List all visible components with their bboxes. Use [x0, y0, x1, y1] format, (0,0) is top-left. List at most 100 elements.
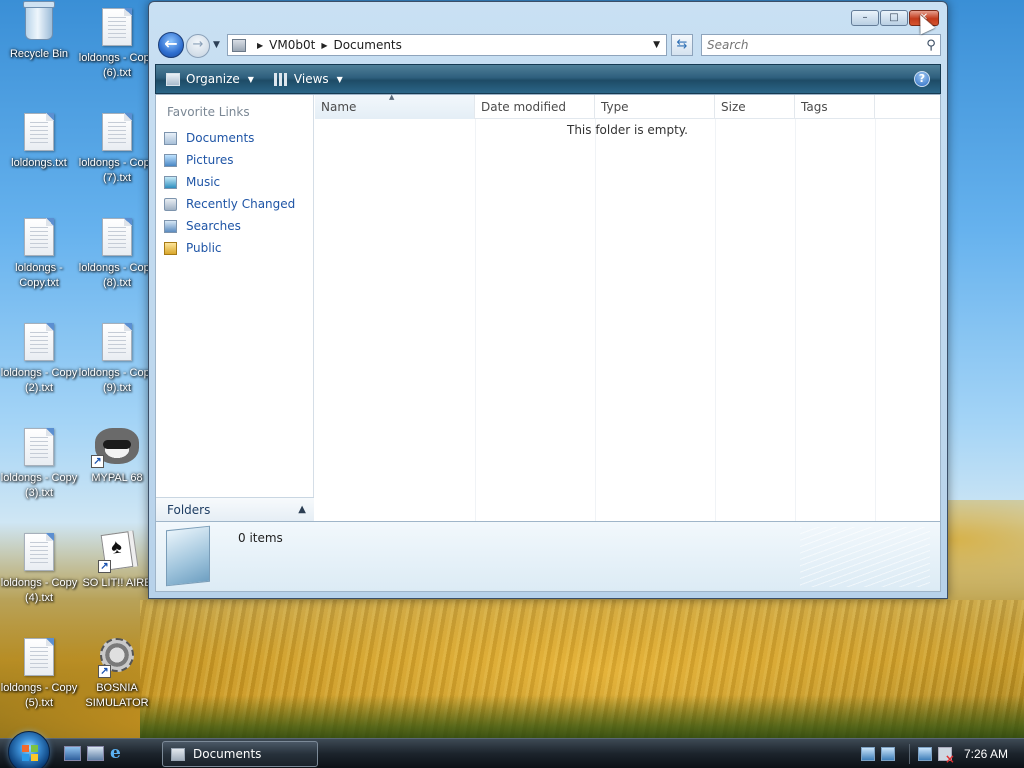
- back-button[interactable]: ←: [158, 32, 184, 58]
- desktop-icon-label: BOSNIA SIMULATOR: [85, 682, 149, 709]
- views-icon: [273, 72, 288, 86]
- desktop-icon-label: loldongs - Copy (5).txt: [0, 682, 78, 709]
- nav-item-label: Recently Changed: [186, 197, 296, 211]
- nav-item-pictures[interactable]: Pictures: [164, 149, 295, 171]
- text-file-icon: [22, 113, 56, 153]
- column-header-name[interactable]: ▲ Name: [315, 93, 475, 119]
- help-button[interactable]: ?: [914, 71, 930, 87]
- column-header-type[interactable]: Type: [595, 95, 715, 119]
- playing-card-icon: ↗: [98, 531, 134, 573]
- column-guide: [795, 119, 796, 521]
- empty-folder-message: This folder is empty.: [567, 123, 688, 137]
- desktop-icon-text-file[interactable]: loldongs - Copy (8).txt: [78, 218, 156, 291]
- desktop-icon-text-file[interactable]: loldongs - Copy (7).txt: [78, 113, 156, 186]
- nav-item-label: Searches: [186, 219, 241, 233]
- chevron-up-icon: ▲: [298, 504, 306, 515]
- desktop-icon-text-file[interactable]: loldongs - Copy (3).txt: [0, 428, 78, 501]
- volume-muted-icon[interactable]: [937, 747, 955, 766]
- folders-toggle[interactable]: Folders ▲: [156, 497, 314, 521]
- decorative-swoosh: [800, 527, 930, 587]
- recycle-bin-icon: [22, 1, 56, 44]
- search-box[interactable]: ⚲: [701, 34, 941, 56]
- search-input[interactable]: [702, 38, 922, 52]
- switch-windows-icon[interactable]: [87, 746, 104, 761]
- network-connection-icon[interactable]: [917, 747, 932, 761]
- desktop-icon-label: loldongs - Copy (3).txt: [0, 472, 78, 499]
- chevron-down-icon: ▼: [247, 74, 254, 84]
- address-bar[interactable]: ▶ VM0b0t ▶ Documents ▼: [227, 34, 667, 56]
- text-file-icon: [22, 533, 56, 573]
- desktop-icon-mypal[interactable]: ↗ MYPAL 68: [78, 428, 156, 486]
- explorer-window[interactable]: – □ ✕ ← → ▼ ▶ VM0b0t ▶ Documents ▼ ⇆ ⚲ O…: [148, 1, 948, 599]
- music-icon: [164, 175, 177, 189]
- desktop-icon-text-file[interactable]: loldongs - Copy.txt: [0, 218, 78, 291]
- clock[interactable]: 7:26 AM: [964, 747, 1008, 761]
- nav-item-public[interactable]: Public: [164, 237, 295, 259]
- folder-icon: [166, 525, 210, 587]
- network-icon[interactable]: [860, 747, 875, 761]
- desktop-icon-label: loldongs - Copy (2).txt: [0, 367, 78, 394]
- shortcut-arrow-icon: ↗: [91, 455, 104, 468]
- item-count: 0 items: [238, 531, 283, 545]
- taskbar-button-documents[interactable]: Documents: [162, 741, 318, 767]
- nav-item-searches[interactable]: Searches: [164, 215, 295, 237]
- desktop-icon-solitaire[interactable]: ↗ SO LIT!! AIRE: [78, 531, 156, 591]
- system-tray: 7:26 AM: [860, 739, 1024, 768]
- desktop-icon-text-file[interactable]: loldongs - Copy (4).txt: [0, 533, 78, 606]
- desktop-icon-label: loldongs - Copy (4).txt: [0, 577, 78, 604]
- desktop-icon-text-file[interactable]: loldongs - Copy (6).txt: [78, 8, 156, 81]
- search-icon[interactable]: ⚲: [922, 38, 940, 53]
- desktop-icon-label: loldongs - Copy (8).txt: [78, 262, 156, 289]
- column-guide: [715, 119, 716, 521]
- breadcrumb-root[interactable]: VM0b0t: [269, 38, 315, 52]
- nav-item-recently-changed[interactable]: Recently Changed: [164, 193, 295, 215]
- address-dropdown-icon[interactable]: ▼: [653, 40, 660, 50]
- column-guide: [475, 119, 476, 521]
- show-desktop-icon[interactable]: [64, 746, 81, 761]
- shortcut-arrow-icon: ↗: [98, 665, 111, 678]
- recent-pages-dropdown[interactable]: ▼: [213, 40, 220, 50]
- desktop-icon-label: loldongs - Copy (7).txt: [78, 157, 156, 184]
- column-header-tags[interactable]: Tags: [795, 95, 875, 119]
- text-file-icon: [22, 218, 56, 258]
- nav-item-label: Documents: [186, 131, 255, 145]
- nav-item-music[interactable]: Music: [164, 171, 295, 193]
- column-guide: [875, 119, 876, 521]
- gear-icon: ↗: [98, 638, 134, 678]
- desktop-icon-label: loldongs - Copy (6).txt: [78, 52, 156, 79]
- desktop-icon-text-file[interactable]: loldongs.txt: [0, 113, 78, 171]
- internet-explorer-icon[interactable]: e: [110, 745, 127, 762]
- column-header-size[interactable]: Size: [715, 95, 795, 119]
- command-toolbar: Organize ▼ Views ▼ ?: [155, 64, 941, 94]
- security-icon[interactable]: [880, 747, 895, 761]
- column-label: Date modified: [481, 100, 567, 114]
- desktop-icon-text-file[interactable]: loldongs - Copy (9).txt: [78, 323, 156, 396]
- desktop-icon-label: MYPAL 68: [91, 472, 143, 484]
- documents-icon: [164, 131, 177, 145]
- forward-button[interactable]: →: [186, 34, 210, 58]
- refresh-button[interactable]: ⇆: [671, 34, 693, 56]
- column-header-date-modified[interactable]: Date modified: [475, 95, 595, 119]
- favorite-links-heading: Favorite Links: [167, 105, 250, 119]
- breadcrumb-current[interactable]: Documents: [333, 38, 401, 52]
- desktop-icon-recycle-bin[interactable]: Recycle Bin: [0, 1, 78, 62]
- views-label: Views: [293, 72, 329, 86]
- text-file-icon: [100, 113, 134, 153]
- desktop-icon-text-file[interactable]: loldongs - Copy (5).txt: [0, 638, 78, 711]
- nav-item-documents[interactable]: Documents: [164, 127, 295, 149]
- public-folder-icon: [164, 241, 177, 255]
- start-button[interactable]: [8, 731, 50, 768]
- desktop-icon-bosnia-simulator[interactable]: ↗ BOSNIA SIMULATOR: [78, 638, 156, 711]
- organize-button[interactable]: Organize ▼: [156, 65, 264, 93]
- minimize-button[interactable]: –: [851, 10, 879, 26]
- desktop-icon-label: loldongs - Copy (9).txt: [78, 367, 156, 394]
- desktop-icon-text-file[interactable]: loldongs - Copy (2).txt: [0, 323, 78, 396]
- views-button[interactable]: Views ▼: [264, 65, 353, 93]
- organize-icon: [166, 72, 180, 86]
- chevron-down-icon: ▼: [336, 74, 343, 84]
- breadcrumb-separator-icon[interactable]: ▶: [257, 41, 263, 50]
- breadcrumb-separator-icon[interactable]: ▶: [321, 41, 327, 50]
- column-label: Name: [321, 100, 357, 114]
- text-file-icon: [100, 8, 134, 48]
- maximize-button[interactable]: □: [880, 10, 908, 26]
